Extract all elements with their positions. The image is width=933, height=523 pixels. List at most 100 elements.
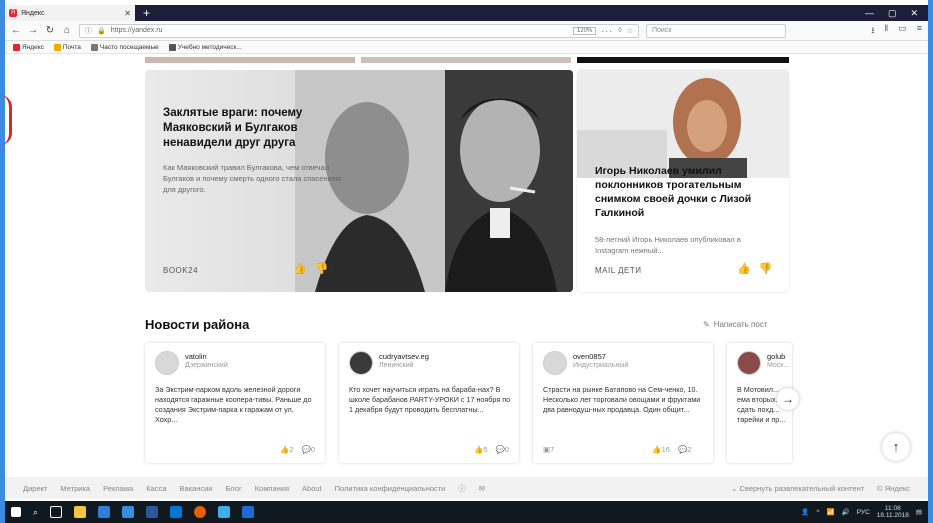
side-news-title[interactable]: Игорь Николаев умилил поклонников трогат… xyxy=(595,164,775,220)
footer-link[interactable]: Реклама xyxy=(103,484,133,493)
library-icon[interactable]: ‖ xyxy=(885,23,889,39)
side-news-description: 58-летний Игорь Николаев опубликовал в I… xyxy=(595,235,741,255)
footer-link[interactable]: Блог xyxy=(225,484,241,493)
bookmarks-bar: Яндекс Почта Часто посещаемые Учебно мет… xyxy=(5,41,928,54)
thumbs-up-icon[interactable]: 👍 xyxy=(293,262,307,275)
new-tab-button[interactable]: + xyxy=(135,6,158,20)
url-text: https://yandex.ru xyxy=(110,27,163,34)
post-area: Ленинский xyxy=(379,362,414,369)
close-window-icon[interactable]: ✕ xyxy=(910,8,918,19)
sidebar-icon[interactable]: ▭ xyxy=(898,23,907,39)
volume-icon[interactable]: 🔊 xyxy=(842,508,850,516)
pocket-icon[interactable]: ◊ xyxy=(618,27,621,34)
featured-title[interactable]: Заклятые враги: почему Маяковский и Булг… xyxy=(163,106,333,151)
footer-link[interactable]: Вакансии xyxy=(179,484,212,493)
bookmark-star-icon[interactable]: ☆ xyxy=(627,27,633,35)
post-likes[interactable]: 👍2 xyxy=(280,445,294,454)
back-icon[interactable]: ← xyxy=(11,25,21,36)
footer-link[interactable]: Касса xyxy=(146,484,166,493)
home-icon[interactable]: ⌂ xyxy=(62,25,72,36)
help-icon[interactable]: ⓘ xyxy=(458,483,466,494)
side-news-card[interactable]: Игорь Николаев умилил поклонников трогат… xyxy=(577,70,789,292)
post-comments[interactable]: 💬0 xyxy=(495,445,509,454)
district-post[interactable]: cudryavtsev.eg Ленинский Кто хочет научи… xyxy=(339,343,519,463)
post-likes[interactable]: 👍16 xyxy=(652,445,670,454)
footer-link[interactable]: About xyxy=(302,484,322,493)
windows-taskbar: ⌕ 👤 ^ 📶 🔊 РУС 11:08 18.11.2018 ▤ xyxy=(5,501,928,523)
page-footer: Директ Метрика Реклама Касса Вакансии Бл… xyxy=(5,477,928,499)
post-username[interactable]: cudryavtsev.eg xyxy=(379,352,429,361)
district-post[interactable]: vatolin Дзержинский За Экстрим-парком вд… xyxy=(145,343,325,463)
notifications-icon[interactable]: ▤ xyxy=(916,508,922,516)
navigation-bar: ← → ↻ ⌂ ⓘ 🔒 https://yandex.ru 120% ··· ◊… xyxy=(5,21,928,41)
thumbs-up-icon[interactable]: 👍 xyxy=(737,262,751,275)
task-view-icon[interactable] xyxy=(50,506,63,518)
post-comments[interactable]: 💬0 xyxy=(301,445,315,454)
tray-chevron-icon[interactable]: ^ xyxy=(817,509,820,516)
post-text: За Экстрим-парком вдоль железной дороги … xyxy=(155,385,312,424)
browser-tab[interactable]: Я Яндекс ✕ xyxy=(5,5,135,21)
post-likes[interactable]: 👍5 xyxy=(474,445,488,454)
footer-link[interactable]: Директ xyxy=(23,484,47,493)
footer-link[interactable]: Политика конфиденциальности xyxy=(335,484,446,493)
zoom-level[interactable]: 120% xyxy=(572,26,597,35)
thumbs-down-icon[interactable]: 👎4 xyxy=(315,262,334,275)
avatar[interactable] xyxy=(349,351,373,375)
explorer-icon[interactable] xyxy=(74,506,87,518)
thumbs-down-icon[interactable]: 👎 xyxy=(759,262,773,275)
avatar[interactable] xyxy=(543,351,567,375)
mail-icon[interactable]: ✉ xyxy=(479,484,485,493)
card-strip xyxy=(577,57,789,63)
bookmark-item[interactable]: Часто посещаемые xyxy=(90,43,159,51)
copyright: © Яндекс xyxy=(877,483,910,493)
edit-icon: ✎ xyxy=(703,320,710,329)
post-username[interactable]: oven0857 xyxy=(573,352,606,361)
address-bar[interactable]: ⓘ 🔒 https://yandex.ru 120% ··· ◊ ☆ xyxy=(79,23,639,38)
bookmark-item[interactable]: Почта xyxy=(53,43,81,51)
post-text: Страсти на рынке Батапово на Сем-ченко, … xyxy=(543,385,701,414)
people-icon[interactable]: 👤 xyxy=(801,508,809,516)
side-news-source[interactable]: MAIL ДЕТИ xyxy=(595,266,642,275)
word-icon[interactable] xyxy=(146,506,159,518)
scroll-up-button[interactable]: ↑ xyxy=(882,433,910,461)
minimize-icon[interactable]: — xyxy=(865,8,874,19)
bookmark-item[interactable]: Учебно методическ... xyxy=(168,43,242,51)
featured-card[interactable]: Заклятые враги: почему Маяковский и Булг… xyxy=(145,70,573,292)
footer-link[interactable]: Метрика xyxy=(60,484,90,493)
bookmark-item[interactable]: Яндекс xyxy=(13,43,44,51)
app-icon[interactable] xyxy=(218,506,231,518)
featured-source[interactable]: BOOK24 xyxy=(163,266,198,275)
tab-title: Яндекс xyxy=(21,9,45,17)
search-icon[interactable]: ⌕ xyxy=(33,507,38,518)
post-username[interactable]: golub xyxy=(767,352,785,361)
language-indicator[interactable]: РУС xyxy=(857,509,870,516)
page-actions-icon[interactable]: ··· xyxy=(601,26,613,36)
store-icon[interactable] xyxy=(122,506,135,518)
windows-start-icon[interactable] xyxy=(11,507,21,517)
firefox-icon[interactable] xyxy=(194,506,207,518)
network-icon[interactable]: 📶 xyxy=(827,508,835,516)
edge-icon[interactable] xyxy=(98,506,111,518)
post-text: Кто хочет научиться играть на бараба-нах… xyxy=(349,385,511,414)
maximize-icon[interactable]: ▢ xyxy=(888,8,897,19)
post-photos[interactable]: ▣7 xyxy=(543,445,554,454)
district-post[interactable]: oven0857 Индустриальный Страсти на рынке… xyxy=(533,343,713,463)
avatar[interactable] xyxy=(737,351,761,375)
downloads-icon[interactable]: ⭳ xyxy=(871,23,874,39)
menu-icon[interactable]: ≡ xyxy=(917,23,922,39)
post-username[interactable]: vatolin xyxy=(185,352,207,361)
photos-icon[interactable] xyxy=(242,506,255,518)
search-input[interactable]: Поиск xyxy=(646,23,786,38)
reload-icon[interactable]: ↻ xyxy=(45,25,55,36)
footer-link[interactable]: Компания xyxy=(255,484,289,493)
post-comments[interactable]: 💬2 xyxy=(678,445,692,454)
info-icon[interactable]: ⓘ xyxy=(85,26,92,36)
collapse-content-link[interactable]: ⌄ Свернуть развлекательный контент xyxy=(731,484,864,493)
clock[interactable]: 11:08 18.11.2018 xyxy=(877,505,909,519)
mail-app-icon[interactable] xyxy=(170,506,183,518)
next-arrow-button[interactable]: → xyxy=(777,388,799,410)
close-tab-icon[interactable]: ✕ xyxy=(124,9,131,18)
forward-icon[interactable]: → xyxy=(28,25,38,36)
write-post-link[interactable]: ✎ Написать пост xyxy=(703,320,768,329)
avatar[interactable] xyxy=(155,351,179,375)
